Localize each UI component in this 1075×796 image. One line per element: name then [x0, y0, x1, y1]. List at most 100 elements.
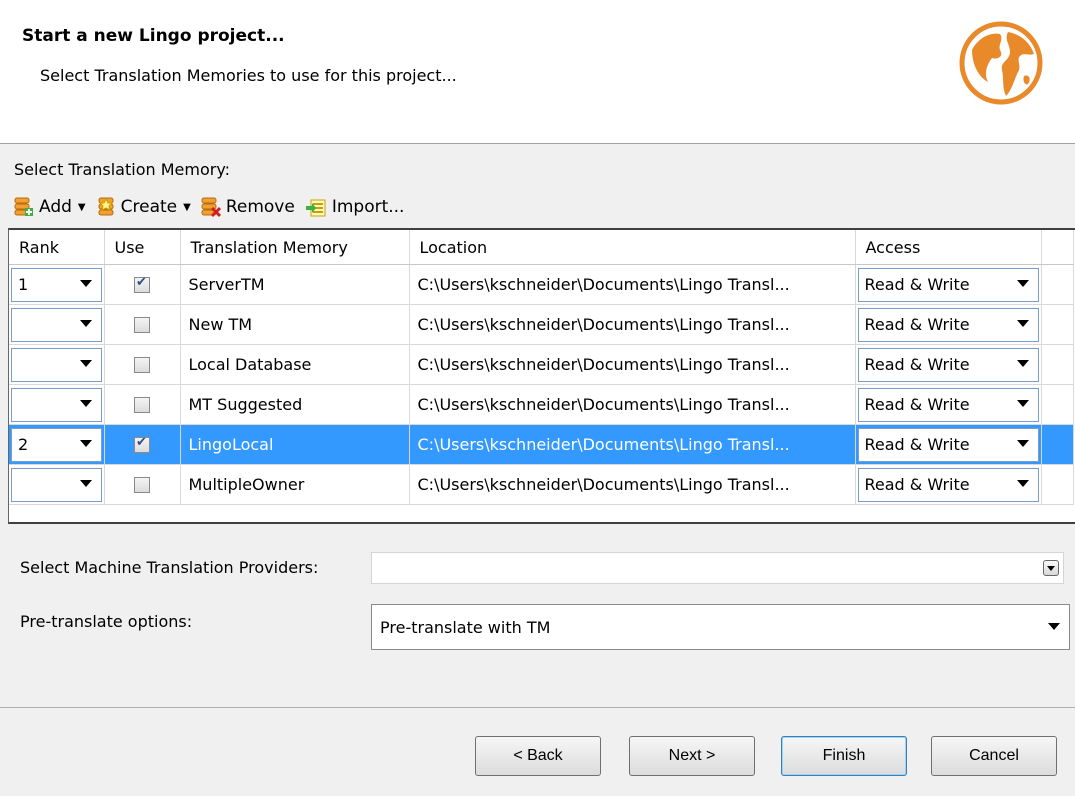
filler-cell — [1041, 304, 1074, 345]
use-cell — [104, 384, 181, 425]
column-header-location[interactable]: Location — [409, 230, 856, 265]
rank-value: 1 — [18, 275, 29, 294]
chevron-down-icon: ▼ — [77, 201, 86, 213]
chevron-down-icon — [79, 479, 92, 487]
chevron-down-icon — [79, 359, 92, 367]
tm-name-cell[interactable]: ServerTM — [180, 264, 410, 305]
add-button[interactable]: Add ▼ — [14, 196, 86, 218]
use-cell — [104, 344, 181, 385]
finish-button[interactable]: Finish — [781, 736, 907, 776]
tm-name: LingoLocal — [188, 435, 274, 454]
pretranslate-select[interactable]: Pre-translate with TM — [371, 604, 1070, 650]
tm-location: C:\Users\kschneider\Documents\Lingo Tran… — [417, 355, 790, 374]
tm-name-cell[interactable]: MT Suggested — [180, 384, 410, 425]
access-dropdown[interactable]: Read & Write — [857, 427, 1039, 462]
table-row[interactable]: MultipleOwner C:\Users\kschneider\Documen… — [9, 464, 1074, 505]
access-value: Read & Write — [864, 435, 970, 454]
globe-icon — [959, 21, 1043, 105]
access-dropdown[interactable]: Read & Write — [857, 267, 1039, 302]
location-cell[interactable]: C:\Users\kschneider\Documents\Lingo Tran… — [409, 424, 856, 465]
tm-location: C:\Users\kschneider\Documents\Lingo Tran… — [417, 395, 790, 414]
chevron-down-icon — [1016, 359, 1029, 367]
cancel-button[interactable]: Cancel — [931, 736, 1057, 776]
db-create-icon — [98, 197, 114, 216]
rank-cell — [9, 304, 105, 345]
use-checkbox[interactable] — [134, 476, 150, 493]
rank-cell: 2 — [9, 424, 105, 465]
location-cell[interactable]: C:\Users\kschneider\Documents\Lingo Tran… — [409, 344, 856, 385]
location-cell[interactable]: C:\Users\kschneider\Documents\Lingo Tran… — [409, 464, 856, 505]
filler-cell — [1041, 264, 1074, 305]
location-cell[interactable]: C:\Users\kschneider\Documents\Lingo Tran… — [409, 264, 856, 305]
filler-cell — [1041, 424, 1074, 465]
column-header-access[interactable]: Access — [855, 230, 1042, 265]
rank-dropdown[interactable] — [11, 347, 102, 382]
tm-section-label: Select Translation Memory: — [14, 160, 231, 179]
table-row[interactable]: 2 LingoLocal C:\Users\kschneider\Documents… — [9, 424, 1074, 465]
access-value: Read & Write — [864, 475, 970, 494]
chevron-down-icon — [1016, 279, 1029, 287]
chevron-down-icon — [1016, 319, 1029, 327]
rank-cell — [9, 344, 105, 385]
next-button[interactable]: Next > — [629, 736, 755, 776]
access-dropdown[interactable]: Read & Write — [857, 467, 1039, 502]
use-cell — [104, 264, 181, 305]
rank-value: 2 — [18, 435, 29, 454]
tm-name-cell[interactable]: LingoLocal — [180, 424, 410, 465]
table-row[interactable]: MT Suggested C:\Users\kschneider\Document… — [9, 384, 1074, 425]
location-cell[interactable]: C:\Users\kschneider\Documents\Lingo Tran… — [409, 384, 856, 425]
import-icon — [305, 199, 326, 217]
access-dropdown[interactable]: Read & Write — [857, 387, 1039, 422]
rank-dropdown[interactable] — [11, 307, 102, 342]
chevron-down-icon: ▼ — [183, 201, 191, 213]
tm-name-cell[interactable]: Local Database — [180, 344, 410, 385]
back-button[interactable]: < Back — [475, 736, 601, 776]
tm-name: Local Database — [188, 355, 312, 374]
mt-providers-label: Select Machine Translation Providers: — [20, 558, 319, 577]
access-value: Read & Write — [864, 275, 970, 294]
tm-location: C:\Users\kschneider\Documents\Lingo Tran… — [417, 315, 790, 334]
use-checkbox[interactable] — [134, 316, 150, 333]
use-checkbox[interactable] — [134, 356, 150, 373]
chevron-down-icon — [79, 439, 92, 447]
add-button-label: Add — [39, 197, 72, 217]
access-cell: Read & Write — [855, 464, 1042, 505]
pretranslate-label: Pre-translate options: — [20, 612, 193, 631]
mt-providers-field[interactable] — [371, 552, 1064, 584]
rank-dropdown[interactable] — [11, 387, 102, 422]
table-row[interactable]: Local Database C:\Users\kschneider\Docume… — [9, 344, 1074, 385]
filler-cell — [1041, 464, 1074, 505]
access-value: Read & Write — [864, 395, 970, 414]
use-checkbox[interactable] — [134, 396, 150, 413]
chevron-down-icon — [1016, 399, 1029, 407]
rank-dropdown[interactable] — [11, 467, 102, 502]
tm-location: C:\Users\kschneider\Documents\Lingo Tran… — [417, 435, 790, 454]
use-checkbox[interactable] — [134, 435, 150, 453]
pretranslate-value: Pre-translate with TM — [380, 617, 551, 637]
import-button[interactable]: Import... — [305, 196, 404, 218]
tm-name-cell[interactable]: MultipleOwner — [180, 464, 410, 505]
use-checkbox[interactable] — [134, 275, 150, 293]
tm-name: MultipleOwner — [188, 475, 305, 494]
tm-name-cell[interactable]: New TM — [180, 304, 410, 345]
column-header-translation-memory[interactable]: Translation Memory — [180, 230, 410, 265]
rank-dropdown[interactable]: 1 — [11, 267, 102, 302]
access-dropdown[interactable]: Read & Write — [857, 347, 1039, 382]
tm-location: C:\Users\kschneider\Documents\Lingo Tran… — [417, 475, 790, 494]
db-add-icon — [14, 197, 33, 216]
table-row[interactable]: New TM C:\Users\kschneider\Documents\Ling… — [9, 304, 1074, 345]
access-cell: Read & Write — [855, 384, 1042, 425]
use-cell — [104, 464, 181, 505]
column-header-rank[interactable]: Rank — [9, 230, 105, 265]
rank-dropdown[interactable]: 2 — [11, 427, 102, 462]
access-dropdown[interactable]: Read & Write — [857, 307, 1039, 342]
mt-dropdown-button[interactable] — [1043, 560, 1059, 576]
location-cell[interactable]: C:\Users\kschneider\Documents\Lingo Tran… — [409, 304, 856, 345]
column-header-use[interactable]: Use — [104, 230, 181, 265]
table-row[interactable]: 1 ServerTM C:\Users\kschneider\Documents\L… — [9, 264, 1074, 305]
access-value: Read & Write — [864, 315, 970, 334]
wizard-title: Start a new Lingo project... — [22, 26, 285, 46]
tm-grid[interactable]: Rank Use Translation Memory Location Acc… — [8, 228, 1075, 524]
remove-button[interactable]: Remove — [201, 196, 295, 218]
create-button[interactable]: Create ▼ — [96, 196, 191, 218]
